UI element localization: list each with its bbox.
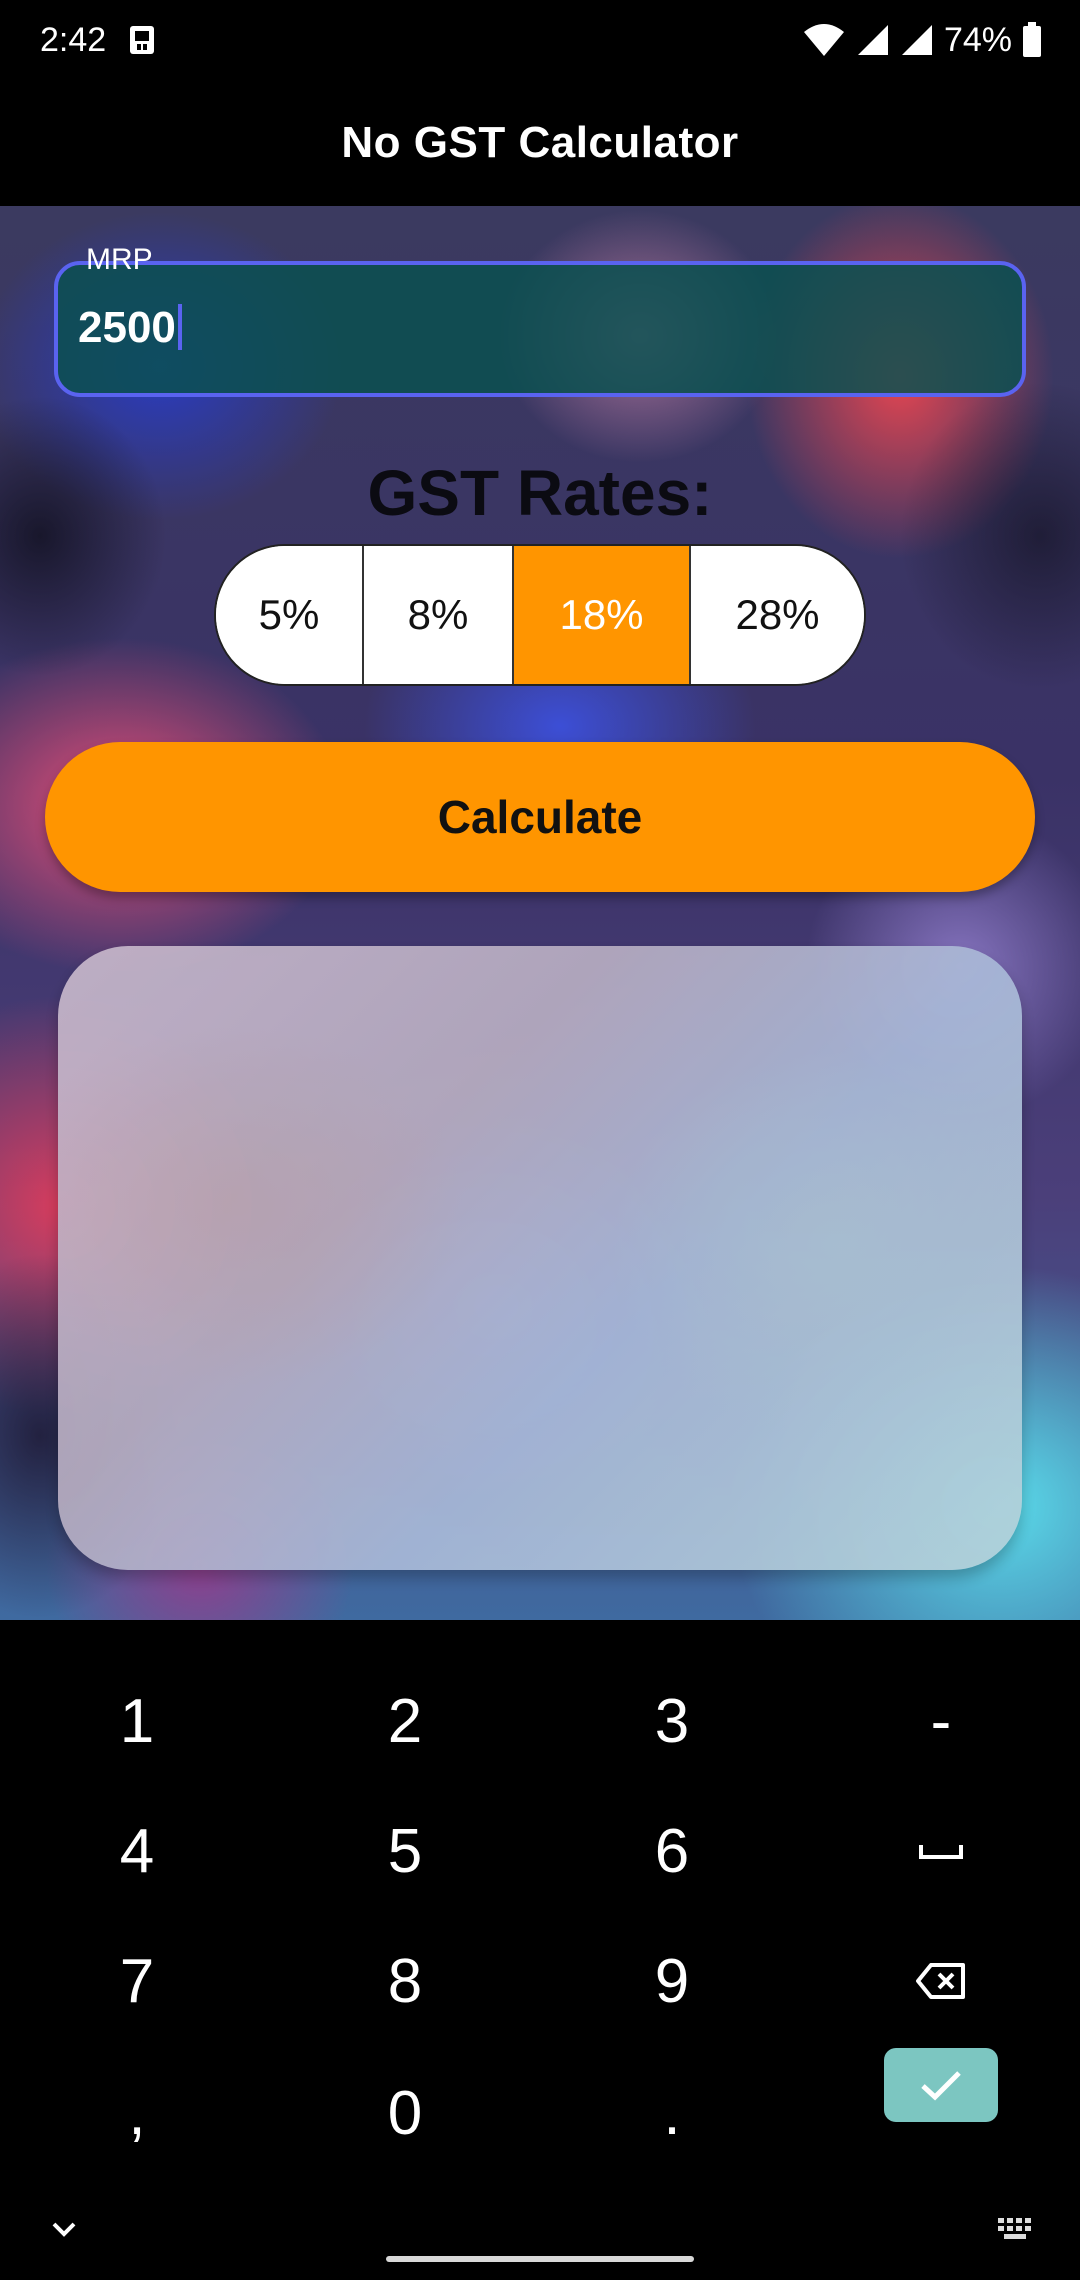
mrp-input[interactable]: MRP 2500 bbox=[54, 243, 1026, 397]
signal-icon bbox=[901, 25, 932, 55]
space-icon bbox=[919, 1845, 963, 1859]
app-bar: No GST Calculator bbox=[0, 80, 1080, 206]
key-space[interactable] bbox=[841, 1796, 1041, 1906]
battery-icon bbox=[1023, 22, 1041, 57]
key-4[interactable]: 4 bbox=[37, 1796, 237, 1906]
main-content: MRP 2500 GST Rates: 5% 8% 18% 28% Calcul… bbox=[0, 206, 1080, 1620]
status-bar: 2:42 74% bbox=[0, 0, 1080, 80]
backspace-icon bbox=[916, 1963, 965, 1999]
checkmark-icon bbox=[921, 2071, 961, 2101]
rate-option-8[interactable]: 8% bbox=[364, 546, 514, 684]
signal-icon bbox=[857, 25, 888, 55]
notification-app-icon bbox=[130, 26, 154, 54]
key-1[interactable]: 1 bbox=[37, 1666, 237, 1776]
home-indicator[interactable] bbox=[386, 2256, 694, 2262]
key-3[interactable]: 3 bbox=[572, 1666, 772, 1776]
rate-option-28[interactable]: 28% bbox=[691, 546, 864, 684]
key-done[interactable] bbox=[884, 2048, 998, 2122]
gst-rate-selector: 5% 8% 18% 28% bbox=[214, 544, 866, 686]
status-icons: 74% bbox=[802, 18, 1042, 62]
key-minus[interactable]: - bbox=[841, 1666, 1041, 1776]
rate-option-5[interactable]: 5% bbox=[216, 546, 364, 684]
gst-rates-heading: GST Rates: bbox=[367, 457, 713, 529]
numeric-keyboard: 1 2 3 - 4 5 6 7 8 9 , 0 . bbox=[0, 1620, 1080, 2280]
text-cursor bbox=[177, 304, 182, 350]
key-backspace[interactable] bbox=[841, 1926, 1041, 2036]
key-8[interactable]: 8 bbox=[305, 1926, 505, 2036]
key-9[interactable]: 9 bbox=[572, 1926, 772, 2036]
app-title: No GST Calculator bbox=[341, 118, 739, 167]
key-0[interactable]: 0 bbox=[305, 2058, 505, 2168]
key-7[interactable]: 7 bbox=[37, 1926, 237, 2036]
result-panel bbox=[58, 946, 1022, 1570]
mrp-label: MRP bbox=[86, 243, 153, 276]
key-6[interactable]: 6 bbox=[572, 1796, 772, 1906]
key-comma[interactable]: , bbox=[37, 2058, 237, 2168]
key-2[interactable]: 2 bbox=[305, 1666, 505, 1776]
status-time: 2:42 bbox=[40, 21, 107, 59]
screen: 2:42 74% No GST Calculator MRP 2500 GST … bbox=[0, 0, 1080, 2280]
mrp-value[interactable]: 2500 bbox=[78, 303, 182, 353]
key-period[interactable]: . bbox=[572, 2058, 772, 2168]
battery-percent: 74% bbox=[943, 21, 1012, 59]
keyboard-icon[interactable] bbox=[996, 2216, 1036, 2246]
key-5[interactable]: 5 bbox=[305, 1796, 505, 1906]
chevron-down-icon[interactable] bbox=[46, 2212, 82, 2248]
rate-option-18[interactable]: 18% bbox=[514, 546, 691, 684]
calculate-button[interactable]: Calculate bbox=[45, 742, 1035, 892]
wifi-icon bbox=[803, 24, 844, 56]
mrp-value-text: 2500 bbox=[78, 303, 176, 352]
